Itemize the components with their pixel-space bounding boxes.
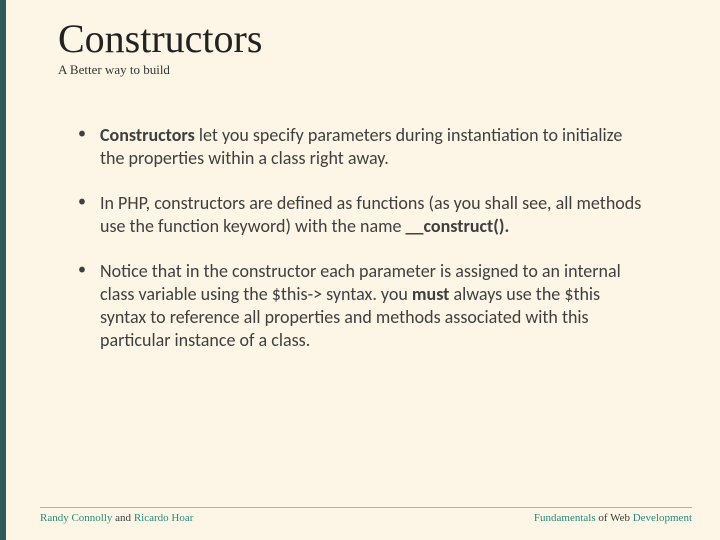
page-title: Constructors: [58, 18, 672, 60]
page-subtitle: A Better way to build: [58, 62, 672, 78]
book-title-word: Fundamentals: [534, 512, 596, 524]
footer: Randy Connolly and Ricardo Hoar Fundamen…: [40, 507, 692, 524]
footer-left: Randy Connolly and Ricardo Hoar: [40, 512, 193, 524]
bullet-text: In PHP, constructors are defined as func…: [100, 192, 641, 237]
bullet-item: In PHP, constructors are defined as func…: [74, 192, 650, 238]
bullet-bold: must: [412, 283, 450, 305]
author-name: Randy Connolly: [40, 512, 112, 524]
author-name: Ricardo Hoar: [134, 512, 194, 524]
bullet-bold: Constructors: [100, 124, 195, 146]
book-title-word: Development: [633, 512, 692, 524]
bullet-bold: __construct().: [406, 215, 510, 237]
footer-text: of Web: [596, 512, 633, 524]
bullet-item: Notice that in the constructor each para…: [74, 260, 650, 352]
footer-right: Fundamentals of Web Development: [534, 512, 692, 524]
bullet-item: Constructors let you specify parameters …: [74, 124, 650, 170]
bullet-list: Constructors let you specify parameters …: [74, 124, 650, 352]
slide: Constructors A Better way to build Const…: [0, 0, 720, 540]
footer-text: and: [112, 512, 133, 524]
